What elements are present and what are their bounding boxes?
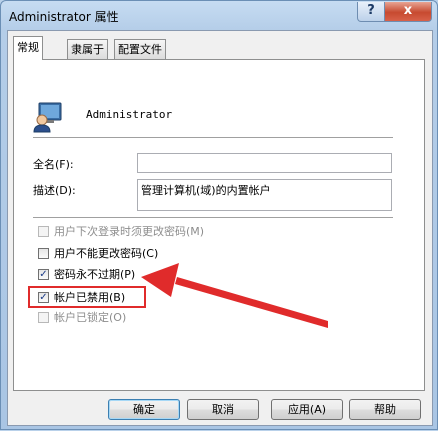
tab-general[interactable]: 常规 (13, 36, 43, 60)
properties-window: Administrator 属性 ? x 常规 隶属于 配置文件 Adminis… (0, 0, 438, 430)
annotation-arrow (141, 263, 328, 328)
